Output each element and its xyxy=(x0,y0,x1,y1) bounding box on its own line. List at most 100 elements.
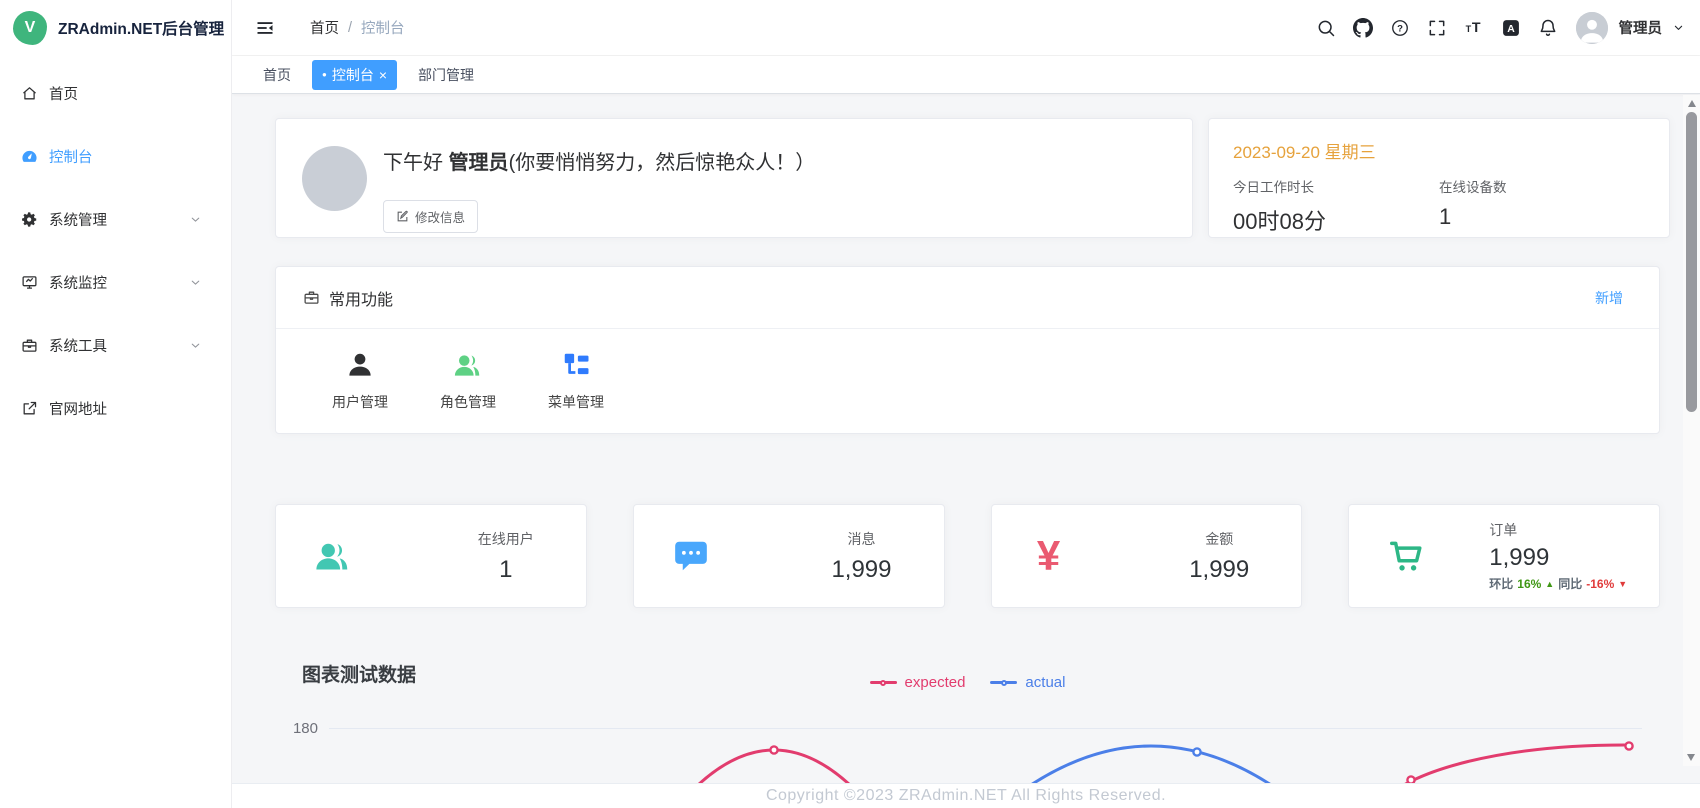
work-duration-block: 今日工作时长 00时08分 xyxy=(1233,176,1439,236)
legend-item-expected[interactable]: expected xyxy=(870,674,966,691)
svg-text:T: T xyxy=(1465,24,1471,34)
tab-home[interactable]: 首页 xyxy=(255,60,299,90)
tab-label: 控制台 xyxy=(332,65,374,85)
stat-meta: 消息 1,999 xyxy=(831,529,891,584)
tab-departments[interactable]: 部门管理 xyxy=(410,60,482,90)
stat-value: 1 xyxy=(478,556,534,584)
fullscreen-button[interactable] xyxy=(1420,11,1454,45)
username-label[interactable]: 管理员 xyxy=(1619,17,1663,38)
sidebar-item-system-tools[interactable]: 系统工具 xyxy=(0,314,231,377)
bell-icon xyxy=(1538,18,1558,38)
gear-icon xyxy=(21,211,38,228)
yoy-value: -16% xyxy=(1586,577,1614,591)
shortcut-label: 菜单管理 xyxy=(548,392,604,412)
edit-profile-button[interactable]: 修改信息 xyxy=(383,200,478,233)
copyright-text: Copyright ©2023 ZRAdmin.NET All Rights R… xyxy=(766,787,1166,804)
stat-card-online-users: 在线用户 1 xyxy=(275,504,587,608)
welcome-card: 下午好 管理员(你要悄悄努力，然后惊艳众人！） 修改信息 xyxy=(275,118,1193,238)
scroll-down-arrow-icon[interactable] xyxy=(1687,754,1695,761)
stat-card-amount: ¥ 金额 1,999 xyxy=(991,504,1303,608)
chart-axis-row: 180 xyxy=(275,720,1660,737)
app-title: ZRAdmin.NET后台管理 xyxy=(58,17,224,39)
user-avatar[interactable] xyxy=(1576,12,1608,44)
app-logo-icon: V xyxy=(13,11,47,45)
active-tab-dot: ● xyxy=(322,70,327,79)
legend-marker-expected xyxy=(870,681,897,684)
edit-icon xyxy=(396,210,409,223)
help-button[interactable]: ? xyxy=(1383,11,1417,45)
breadcrumb-separator: / xyxy=(348,20,352,36)
breadcrumb: 首页 / 控制台 xyxy=(310,17,405,38)
language-icon: A xyxy=(1501,18,1521,38)
stat-meta: 在线用户 1 xyxy=(478,529,534,584)
sidebar-item-label: 系统监控 xyxy=(49,272,107,293)
legend-item-actual[interactable]: actual xyxy=(990,674,1065,691)
shortcut-menu-management[interactable]: 菜单管理 xyxy=(522,350,630,412)
monitor-icon xyxy=(21,274,38,291)
profile-avatar[interactable] xyxy=(302,146,367,211)
message-icon xyxy=(672,537,710,575)
github-button[interactable] xyxy=(1346,11,1380,45)
scrollbar-thumb[interactable] xyxy=(1686,112,1697,412)
user-menu-toggle[interactable] xyxy=(1666,11,1690,45)
vertical-scrollbar[interactable] xyxy=(1683,95,1700,766)
stat-label: 订单 xyxy=(1489,520,1627,540)
collapse-menu-icon xyxy=(255,18,275,38)
stat-value: 1,999 xyxy=(1189,556,1249,584)
stat-label: 在线用户 xyxy=(478,529,534,549)
chevron-down-icon xyxy=(1671,20,1686,35)
chart-section: 图表测试数据 expected actual 180 xyxy=(275,660,1660,737)
user-icon xyxy=(345,350,375,380)
svg-text:A: A xyxy=(1507,23,1515,34)
stat-meta: 金额 1,999 xyxy=(1189,529,1249,584)
chevron-down-icon xyxy=(189,213,202,226)
tab-close-icon[interactable]: × xyxy=(379,67,387,83)
trend-up-icon: ▲ xyxy=(1545,579,1554,589)
menu-tree-icon xyxy=(561,350,591,380)
stat-value: 1,999 xyxy=(831,556,891,584)
language-button[interactable]: A xyxy=(1494,11,1528,45)
page-content: 下午好 管理员(你要悄悄努力，然后惊艳众人！） 修改信息 2023-09-20 … xyxy=(232,94,1700,783)
shortcuts-title: 常用功能 xyxy=(329,286,393,310)
top-navbar: 首页 / 控制台 ? TT xyxy=(232,0,1700,56)
sidebar-item-label: 首页 xyxy=(49,83,78,104)
sidebar-item-dashboard[interactable]: 控制台 xyxy=(0,125,231,188)
search-button[interactable] xyxy=(1309,11,1343,45)
users-icon xyxy=(453,350,483,380)
legend-label: expected xyxy=(905,674,966,691)
sidebar-collapse-button[interactable] xyxy=(248,11,282,45)
stat-label: 金额 xyxy=(1189,529,1249,549)
add-shortcut-link[interactable]: 新增 xyxy=(1595,288,1623,308)
tab-dashboard[interactable]: ● 控制台 × xyxy=(312,60,397,90)
notification-button[interactable] xyxy=(1531,11,1565,45)
scroll-up-arrow-icon[interactable] xyxy=(1688,100,1696,107)
yoy-label: 同比 xyxy=(1558,575,1582,592)
sidebar-item-label: 系统工具 xyxy=(49,335,107,356)
help-icon: ? xyxy=(1390,18,1410,38)
shortcut-user-management[interactable]: 用户管理 xyxy=(306,350,414,412)
breadcrumb-home[interactable]: 首页 xyxy=(310,17,339,38)
sidebar: V ZRAdmin.NET后台管理 首页 控制台 系统管理 系统监控 xyxy=(0,0,232,808)
sidebar-item-label: 系统管理 xyxy=(49,209,107,230)
font-size-icon: TT xyxy=(1464,18,1484,38)
sidebar-item-system-monitor[interactable]: 系统监控 xyxy=(0,251,231,314)
sidebar-item-website[interactable]: 官网地址 xyxy=(0,377,231,440)
avatar-icon xyxy=(1576,12,1608,44)
toolbox-icon xyxy=(21,337,38,354)
sidebar-item-system-admin[interactable]: 系统管理 xyxy=(0,188,231,251)
chart-legend: expected actual xyxy=(870,674,1066,691)
greeting-text: 下午好 管理员(你要悄悄努力，然后惊艳众人！） xyxy=(383,146,815,175)
shortcut-role-management[interactable]: 角色管理 xyxy=(414,350,522,412)
greeting-username: 管理员 xyxy=(449,152,509,174)
chart-gridline xyxy=(329,728,1642,729)
github-icon xyxy=(1353,18,1373,38)
tab-bar: 首页 ● 控制台 × 部门管理 xyxy=(232,56,1700,94)
sidebar-item-home[interactable]: 首页 xyxy=(0,62,231,125)
logo-row[interactable]: V ZRAdmin.NET后台管理 xyxy=(0,0,231,56)
font-size-button[interactable]: TT xyxy=(1457,11,1491,45)
main-area: 首页 / 控制台 ? TT xyxy=(232,0,1700,808)
external-link-icon xyxy=(21,400,38,417)
order-trend: 环比 16% ▲ 同比 -16% ▼ xyxy=(1489,575,1627,592)
sidebar-item-label: 官网地址 xyxy=(49,398,107,419)
footer: Copyright ©2023 ZRAdmin.NET All Rights R… xyxy=(232,783,1700,808)
